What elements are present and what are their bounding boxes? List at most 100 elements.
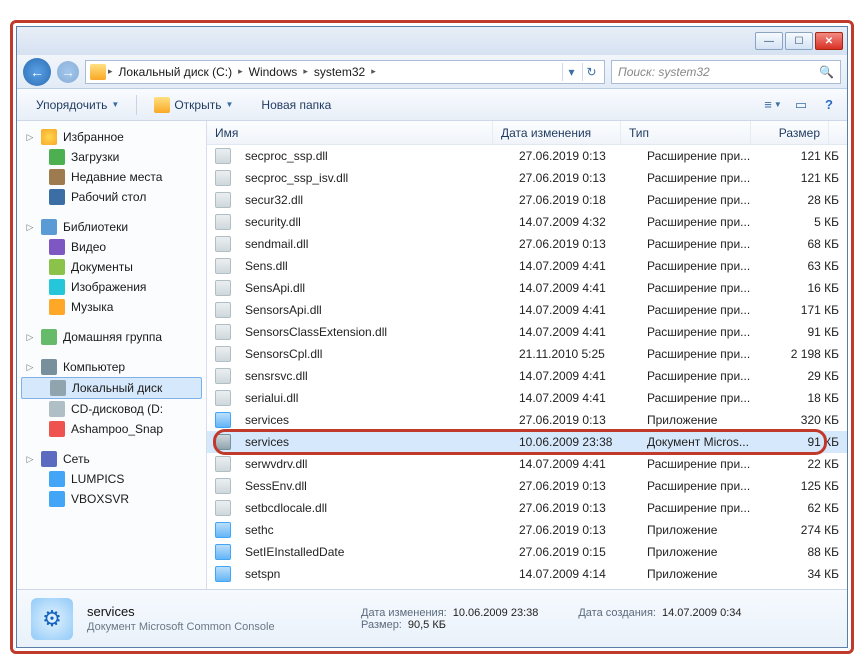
file-icon (215, 456, 231, 472)
breadcrumb-item[interactable]: Локальный диск (С:) (115, 65, 237, 79)
column-date[interactable]: Дата изменения (493, 121, 621, 144)
item-icon (49, 149, 65, 165)
file-row[interactable]: sendmail.dll 27.06.2019 0:13 Расширение … (207, 233, 847, 255)
file-list[interactable]: secproc_ssp.dll 27.06.2019 0:13 Расширен… (207, 145, 847, 589)
file-icon (215, 214, 231, 230)
file-type: Расширение при... (639, 501, 769, 515)
file-row[interactable]: SensApi.dll 14.07.2009 4:41 Расширение п… (207, 277, 847, 299)
back-button[interactable]: ← (23, 58, 51, 86)
close-button[interactable]: ✕ (815, 32, 843, 50)
forward-button[interactable]: → (57, 61, 79, 83)
file-icon (215, 368, 231, 384)
file-row[interactable]: setspn 14.07.2009 4:14 Приложение 34 КБ (207, 563, 847, 585)
file-row[interactable]: security.dll 14.07.2009 4:32 Расширение … (207, 211, 847, 233)
sidebar-item[interactable]: Локальный диск (21, 377, 202, 399)
chevron-right-icon[interactable]: ▸ (108, 66, 113, 77)
open-button[interactable]: Открыть▼ (143, 92, 244, 118)
chevron-right-icon[interactable]: ▸ (371, 66, 376, 77)
item-icon (49, 259, 65, 275)
file-size: 320 КБ (769, 413, 847, 427)
file-icon (215, 566, 231, 582)
organize-button[interactable]: Упорядочить▼ (25, 93, 130, 117)
details-created: 14.07.2009 0:34 (662, 607, 742, 619)
file-row[interactable]: SensorsCpl.dll 21.11.2010 5:25 Расширени… (207, 343, 847, 365)
file-icon (215, 258, 231, 274)
item-icon (49, 401, 65, 417)
group-icon (41, 129, 57, 145)
sidebar-group-header[interactable]: ▷Сеть (17, 449, 206, 469)
file-size: 63 КБ (769, 259, 847, 273)
file-row[interactable]: sethc 27.06.2019 0:13 Приложение 274 КБ (207, 519, 847, 541)
file-row[interactable]: secur32.dll 27.06.2019 0:18 Расширение п… (207, 189, 847, 211)
file-row[interactable]: secproc_ssp.dll 27.06.2019 0:13 Расширен… (207, 145, 847, 167)
sidebar-group-header[interactable]: ▷Домашняя группа (17, 327, 206, 347)
file-row[interactable]: SensorsApi.dll 14.07.2009 4:41 Расширени… (207, 299, 847, 321)
new-folder-button[interactable]: Новая папка (250, 93, 342, 117)
sidebar-item[interactable]: Изображения (17, 277, 206, 297)
help-icon[interactable]: ? (819, 95, 839, 115)
sidebar-item[interactable]: Загрузки (17, 147, 206, 167)
file-row[interactable]: services 10.06.2009 23:38 Документ Micro… (207, 431, 847, 453)
minimize-button[interactable]: — (755, 32, 783, 50)
sidebar-item[interactable]: Видео (17, 237, 206, 257)
file-row[interactable]: setbcdlocale.dll 27.06.2019 0:13 Расшире… (207, 497, 847, 519)
search-input[interactable]: Поиск: system32 🔍 (611, 60, 841, 84)
file-name: services (237, 435, 511, 449)
file-row[interactable]: sensrsvc.dll 14.07.2009 4:41 Расширение … (207, 365, 847, 387)
search-icon[interactable]: 🔍 (819, 65, 834, 79)
breadcrumb-item[interactable]: system32 (310, 65, 369, 79)
sidebar-group-header[interactable]: ▷Избранное (17, 127, 206, 147)
file-type: Расширение при... (639, 259, 769, 273)
chevron-right-icon[interactable]: ▸ (238, 66, 243, 77)
file-row[interactable]: SessEnv.dll 27.06.2019 0:13 Расширение п… (207, 475, 847, 497)
view-options-icon[interactable]: ≡▼ (763, 95, 783, 115)
file-type: Расширение при... (639, 479, 769, 493)
file-row[interactable]: serialui.dll 14.07.2009 4:41 Расширение … (207, 387, 847, 409)
sidebar-item[interactable]: VBOXSVR (17, 489, 206, 509)
file-size: 62 КБ (769, 501, 847, 515)
details-filename: services (87, 604, 347, 619)
sidebar-item[interactable]: CD-дисковод (D: (17, 399, 206, 419)
refresh-icon[interactable]: ↻ (582, 63, 600, 81)
sidebar-group-header[interactable]: ▷Библиотеки (17, 217, 206, 237)
sidebar-group-header[interactable]: ▷Компьютер (17, 357, 206, 377)
file-date: 14.07.2009 4:41 (511, 303, 639, 317)
file-icon (215, 500, 231, 516)
chevron-right-icon[interactable]: ▸ (303, 66, 308, 77)
file-row[interactable]: SensorsClassExtension.dll 14.07.2009 4:4… (207, 321, 847, 343)
file-row[interactable]: secproc_ssp_isv.dll 27.06.2019 0:13 Расш… (207, 167, 847, 189)
sidebar-item[interactable]: Музыка (17, 297, 206, 317)
details-modified-label: Дата изменения: (361, 607, 447, 619)
toolbar: Упорядочить▼ Открыть▼ Новая папка ≡▼ ▭ ? (17, 89, 847, 121)
group-icon (41, 451, 57, 467)
sidebar-item[interactable]: Ashampoo_Snap (17, 419, 206, 439)
preview-pane-icon[interactable]: ▭ (791, 95, 811, 115)
history-dropdown-icon[interactable]: ▾ (562, 63, 580, 81)
file-date: 14.07.2009 4:41 (511, 281, 639, 295)
sidebar-item[interactable]: Недавние места (17, 167, 206, 187)
file-date: 10.06.2009 23:38 (511, 435, 639, 449)
file-row[interactable]: serwvdrv.dll 14.07.2009 4:41 Расширение … (207, 453, 847, 475)
sidebar-item[interactable]: Документы (17, 257, 206, 277)
folder-icon (90, 64, 106, 80)
navigation-pane[interactable]: ▷ИзбранноеЗагрузкиНедавние местаРабочий … (17, 121, 207, 589)
maximize-button[interactable]: ☐ (785, 32, 813, 50)
file-icon (215, 324, 231, 340)
file-name: SensorsCpl.dll (237, 347, 511, 361)
file-row[interactable]: SetIEInstalledDate 27.06.2019 0:15 Прило… (207, 541, 847, 563)
breadcrumb-item[interactable]: Windows (245, 65, 302, 79)
breadcrumb-bar[interactable]: ▸ Локальный диск (С:) ▸ Windows ▸ system… (85, 60, 605, 84)
column-name[interactable]: Имя (207, 121, 493, 144)
file-date: 14.07.2009 4:41 (511, 457, 639, 471)
file-size: 29 КБ (769, 369, 847, 383)
file-pane: Имя Дата изменения Тип Размер secproc_ss… (207, 121, 847, 589)
file-size: 22 КБ (769, 457, 847, 471)
file-row[interactable]: services 27.06.2019 0:13 Приложение 320 … (207, 409, 847, 431)
file-row[interactable]: Sens.dll 14.07.2009 4:41 Расширение при.… (207, 255, 847, 277)
column-size[interactable]: Размер (751, 121, 829, 144)
sidebar-item[interactable]: LUMPICS (17, 469, 206, 489)
details-size-label: Размер: (361, 619, 402, 631)
details-created-label: Дата создания: (578, 607, 656, 619)
sidebar-item[interactable]: Рабочий стол (17, 187, 206, 207)
column-type[interactable]: Тип (621, 121, 751, 144)
